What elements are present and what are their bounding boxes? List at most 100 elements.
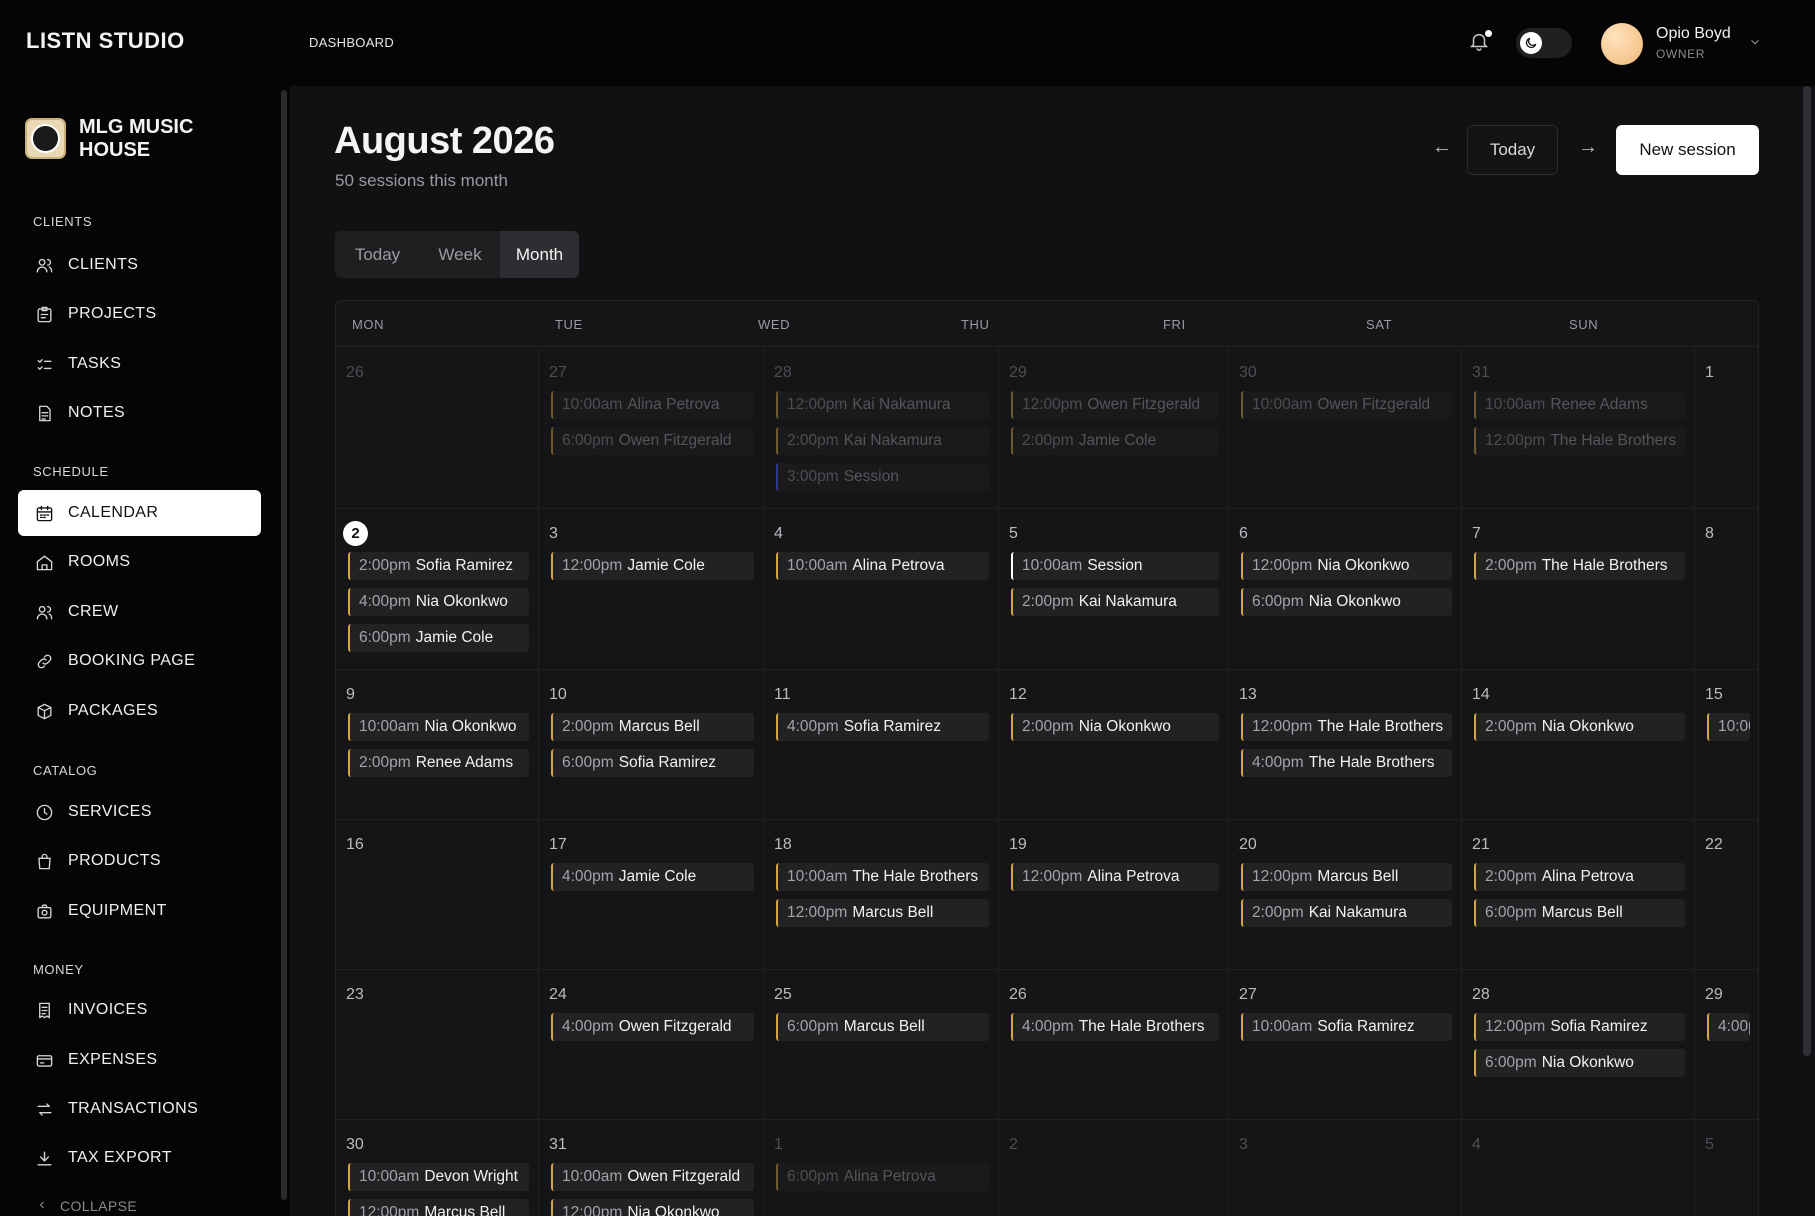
collapse-button[interactable]: COLLAPSE xyxy=(36,1198,137,1214)
calendar-day-cell[interactable]: 4 xyxy=(1462,1120,1695,1216)
tab-today[interactable]: Today xyxy=(335,231,420,278)
session-event[interactable]: 10:00 xyxy=(1707,713,1750,741)
calendar-day-cell[interactable]: 1 xyxy=(1695,348,1758,509)
tab-week[interactable]: Week xyxy=(420,231,500,278)
user-name[interactable]: Opio Boyd xyxy=(1656,25,1731,43)
session-event[interactable]: 4:00pm Jamie Cole xyxy=(551,863,754,891)
calendar-day-cell[interactable]: 4 10:00am Alina Petrova xyxy=(764,509,999,670)
session-event[interactable]: 10:00am Owen Fitzgerald xyxy=(551,1163,754,1191)
session-event[interactable]: 2:00pm Nia Okonkwo xyxy=(1011,713,1219,741)
session-event[interactable]: 6:00pm Marcus Bell xyxy=(776,1013,989,1041)
app-brand[interactable]: LISTN STUDIO xyxy=(26,28,185,54)
sidebar-item-clients[interactable]: CLIENTS xyxy=(18,242,261,288)
avatar[interactable] xyxy=(1601,23,1643,65)
session-event[interactable]: 10:00am The Hale Brothers xyxy=(776,863,989,891)
bell-icon[interactable] xyxy=(1468,30,1492,54)
calendar-day-cell[interactable]: 8 xyxy=(1695,509,1758,670)
sidebar-item-projects[interactable]: PROJECTS xyxy=(18,291,261,337)
session-event[interactable]: 2:00pm Nia Okonkwo xyxy=(1474,713,1685,741)
session-event[interactable]: 6:00pm Nia Okonkwo xyxy=(1474,1049,1685,1077)
calendar-day-cell[interactable]: 21 2:00pm Alina Petrova 6:00pm Marcus Bell xyxy=(1462,820,1695,970)
session-event[interactable]: 4:00p xyxy=(1707,1013,1750,1041)
session-event[interactable]: 4:00pm The Hale Brothers xyxy=(1241,749,1452,777)
sidebar-item-packages[interactable]: PACKAGES xyxy=(18,688,261,734)
calendar-day-cell[interactable]: 27 10:00am Sofia Ramirez xyxy=(1229,970,1462,1120)
calendar-day-cell[interactable]: 5 xyxy=(1695,1120,1758,1216)
calendar-day-cell[interactable]: 31 10:00am Owen Fitzgerald 12:00pm Nia Okonk… xyxy=(539,1120,764,1216)
calendar-day-cell[interactable]: 16 xyxy=(336,820,539,970)
session-event[interactable]: 12:00pm Marcus Bell xyxy=(776,899,989,927)
calendar-day-cell[interactable]: 26 4:00pm The Hale Brothers xyxy=(999,970,1229,1120)
calendar-day-cell[interactable]: 20 12:00pm Marcus Bell 2:00pm Kai Nakamura xyxy=(1229,820,1462,970)
session-event[interactable]: 2:00pm Sofia Ramirez xyxy=(348,552,529,580)
calendar-day-cell[interactable]: 11 4:00pm Sofia Ramirez xyxy=(764,670,999,820)
calendar-day-cell[interactable]: 28 12:00pm Kai Nakamura 2:00pm Kai Nakamura 3… xyxy=(764,348,999,509)
calendar-day-cell[interactable]: 7 2:00pm The Hale Brothers xyxy=(1462,509,1695,670)
calendar-day-cell[interactable]: 30 10:00am Devon Wright 12:00pm Marcus Bell xyxy=(336,1120,539,1216)
sidebar-item-expenses[interactable]: EXPENSES xyxy=(18,1037,261,1083)
tab-month[interactable]: Month xyxy=(500,231,579,278)
calendar-day-cell[interactable]: 28 12:00pm Sofia Ramirez 6:00pm Nia Okonkwo xyxy=(1462,970,1695,1120)
session-event[interactable]: 2:00pm The Hale Brothers xyxy=(1474,552,1685,580)
session-event[interactable]: 10:00am Owen Fitzgerald xyxy=(1241,391,1452,419)
calendar-day-cell[interactable]: 31 10:00am Renee Adams 12:00pm The Hale Brot… xyxy=(1462,348,1695,509)
calendar-day-cell[interactable]: 5 10:00am Session 2:00pm Kai Nakamura xyxy=(999,509,1229,670)
session-event[interactable]: 12:00pm Owen Fitzgerald xyxy=(1011,391,1219,419)
session-event[interactable]: 6:00pm Marcus Bell xyxy=(1474,899,1685,927)
session-event[interactable]: 6:00pm Jamie Cole xyxy=(348,624,529,652)
calendar-day-cell[interactable]: 23 xyxy=(336,970,539,1120)
calendar-day-cell[interactable]: 12 2:00pm Nia Okonkwo xyxy=(999,670,1229,820)
calendar-day-cell[interactable]: 14 2:00pm Nia Okonkwo xyxy=(1462,670,1695,820)
sidebar-scrollbar[interactable] xyxy=(281,90,287,1200)
chevron-down-icon[interactable] xyxy=(1748,35,1762,49)
session-event[interactable]: 2:00pm Jamie Cole xyxy=(1011,427,1219,455)
session-event[interactable]: 6:00pm Nia Okonkwo xyxy=(1241,588,1452,616)
session-event[interactable]: 12:00pm Nia Okonkwo xyxy=(551,1199,754,1216)
calendar-day-cell[interactable]: 22 xyxy=(1695,820,1758,970)
session-event[interactable]: 10:00am Sofia Ramirez xyxy=(1241,1013,1452,1041)
session-event[interactable]: 4:00pm Nia Okonkwo xyxy=(348,588,529,616)
calendar-day-cell[interactable]: 18 10:00am The Hale Brothers 12:00pm Marcus … xyxy=(764,820,999,970)
session-event[interactable]: 2:00pm Marcus Bell xyxy=(551,713,754,741)
session-event[interactable]: 12:00pm Marcus Bell xyxy=(348,1199,529,1216)
session-event[interactable]: 6:00pm Sofia Ramirez xyxy=(551,749,754,777)
sidebar-item-crew[interactable]: CREW xyxy=(18,589,261,635)
calendar-day-cell[interactable]: 15 10:00 xyxy=(1695,670,1758,820)
calendar-day-cell[interactable]: 6 12:00pm Nia Okonkwo 6:00pm Nia Okonkwo xyxy=(1229,509,1462,670)
session-event[interactable]: 10:00am Alina Petrova xyxy=(551,391,754,419)
session-event[interactable]: 12:00pm Sofia Ramirez xyxy=(1474,1013,1685,1041)
page-scrollbar[interactable] xyxy=(1803,86,1811,1056)
session-event[interactable]: 4:00pm Owen Fitzgerald xyxy=(551,1013,754,1041)
session-event[interactable]: 12:00pm The Hale Brothers xyxy=(1241,713,1452,741)
session-event[interactable]: 4:00pm The Hale Brothers xyxy=(1011,1013,1219,1041)
session-event[interactable]: 10:00am Session xyxy=(1011,552,1219,580)
sidebar-item-equipment[interactable]: EQUIPMENT xyxy=(18,888,261,934)
calendar-day-cell[interactable]: 1 6:00pm Alina Petrova xyxy=(764,1120,999,1216)
prev-month-button[interactable]: ← xyxy=(1432,136,1452,159)
calendar-day-cell[interactable]: 10 2:00pm Marcus Bell 6:00pm Sofia Ramirez xyxy=(539,670,764,820)
session-event[interactable]: 6:00pm Owen Fitzgerald xyxy=(551,427,754,455)
calendar-day-cell[interactable]: 9 10:00am Nia Okonkwo 2:00pm Renee Adams xyxy=(336,670,539,820)
calendar-day-cell[interactable]: 30 10:00am Owen Fitzgerald xyxy=(1229,348,1462,509)
calendar-day-cell[interactable]: 29 4:00p xyxy=(1695,970,1758,1120)
session-event[interactable]: 12:00pm Jamie Cole xyxy=(551,552,754,580)
new-session-button[interactable]: New session xyxy=(1616,125,1759,175)
sidebar-item-services[interactable]: SERVICES xyxy=(18,789,261,835)
calendar-day-cell[interactable]: 2 xyxy=(999,1120,1229,1216)
session-event[interactable]: 2:00pm Kai Nakamura xyxy=(1011,588,1219,616)
sidebar-item-rooms[interactable]: ROOMS xyxy=(18,539,261,585)
calendar-day-cell[interactable]: 19 12:00pm Alina Petrova xyxy=(999,820,1229,970)
session-event[interactable]: 6:00pm Alina Petrova xyxy=(776,1163,989,1191)
session-event[interactable]: 10:00am Nia Okonkwo xyxy=(348,713,529,741)
session-event[interactable]: 12:00pm Kai Nakamura xyxy=(776,391,989,419)
sidebar-item-transactions[interactable]: TRANSACTIONS xyxy=(18,1086,261,1132)
session-event[interactable]: 12:00pm The Hale Brothers xyxy=(1474,427,1685,455)
sidebar-item-booking-page[interactable]: BOOKING PAGE xyxy=(18,638,261,684)
sidebar-item-invoices[interactable]: INVOICES xyxy=(18,987,261,1033)
session-event[interactable]: 12:00pm Marcus Bell xyxy=(1241,863,1452,891)
calendar-day-cell[interactable]: 27 10:00am Alina Petrova 6:00pm Owen Fitzger… xyxy=(539,348,764,509)
session-event[interactable]: 10:00am Renee Adams xyxy=(1474,391,1685,419)
calendar-day-cell[interactable]: 26 xyxy=(336,348,539,509)
session-event[interactable]: 12:00pm Alina Petrova xyxy=(1011,863,1219,891)
sidebar-item-calendar[interactable]: CALENDAR xyxy=(18,490,261,536)
